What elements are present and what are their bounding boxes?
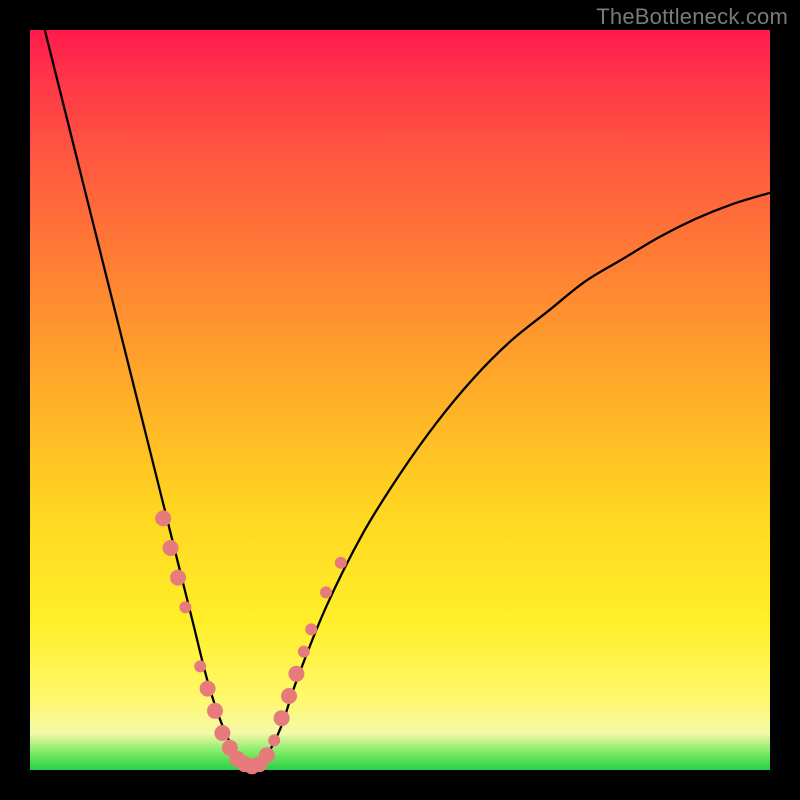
data-marker: [288, 666, 304, 682]
data-marker: [170, 570, 186, 586]
data-marker: [207, 703, 223, 719]
marker-group: [155, 510, 347, 774]
bottleneck-curve: [45, 30, 770, 770]
watermark-label: TheBottleneck.com: [596, 4, 788, 30]
data-marker: [281, 688, 297, 704]
data-marker: [155, 510, 171, 526]
data-marker: [259, 747, 275, 763]
data-marker: [320, 586, 332, 598]
plot-area: [30, 30, 770, 770]
chart-overlay: [30, 30, 770, 770]
data-marker: [214, 725, 230, 741]
data-marker: [194, 660, 206, 672]
data-marker: [179, 601, 191, 613]
chart-frame: TheBottleneck.com: [0, 0, 800, 800]
data-marker: [274, 710, 290, 726]
data-marker: [200, 681, 216, 697]
data-marker: [268, 734, 280, 746]
data-marker: [335, 557, 347, 569]
data-marker: [305, 623, 317, 635]
data-marker: [163, 540, 179, 556]
data-marker: [298, 646, 310, 658]
